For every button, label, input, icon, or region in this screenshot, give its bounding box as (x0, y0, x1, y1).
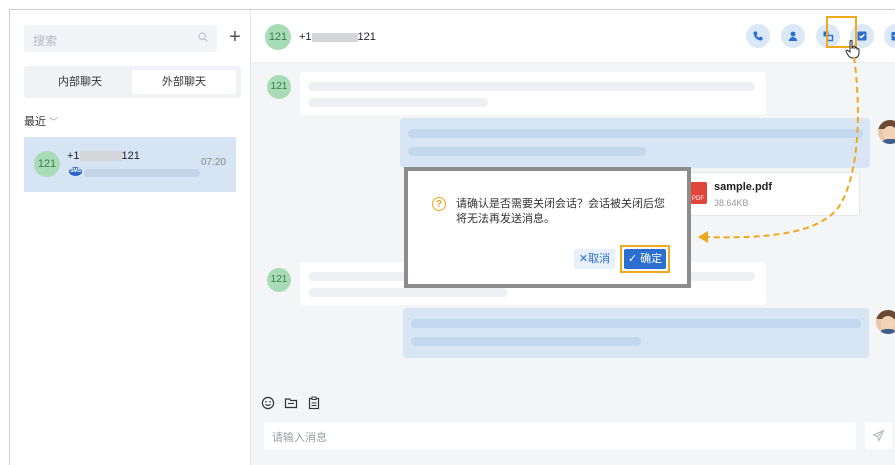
phone-icon (753, 31, 763, 41)
composer: 请输入消息 (251, 376, 895, 465)
text-line (308, 82, 755, 91)
tab-external-chat[interactable]: 外部聊天 (132, 70, 236, 94)
chevron-down-icon: ﹀ (49, 117, 59, 127)
template-icon[interactable] (307, 396, 321, 410)
message-preview (84, 169, 200, 177)
archive-button[interactable] (884, 24, 895, 48)
add-button[interactable]: + (225, 25, 245, 51)
text-line (308, 288, 508, 297)
search-input[interactable]: 搜索 (24, 25, 217, 52)
text-line (411, 319, 861, 328)
cancel-x-icon: ✕ (578, 253, 589, 265)
user-avatar (878, 120, 895, 144)
avatar: 121 (34, 151, 60, 177)
tab-internal-chat[interactable]: 内部聊天 (28, 70, 132, 94)
contact-button[interactable] (781, 24, 805, 48)
message-placeholder: 请输入消息 (272, 432, 327, 444)
chat-tabs: 内部聊天 外部聊天 (24, 66, 241, 98)
send-icon (872, 429, 885, 442)
confirm-label: 确定 (640, 253, 663, 265)
redacted-number (311, 32, 358, 42)
confirm-close-dialog: ? 请确认是否需要关闭会话？会话被关闭后您将无法再发送消息。 ✕取消 ✓ 确定 (408, 171, 687, 284)
redacted-number (79, 151, 122, 162)
contact-number: +1 121 (299, 31, 376, 43)
emoji-icon[interactable] (261, 396, 275, 410)
annotation-arrow (698, 56, 859, 243)
cancel-button[interactable]: ✕取消 (574, 249, 615, 269)
number-prefix: +1 (299, 31, 312, 43)
sender-avatar: 121 (267, 75, 291, 99)
file-icon[interactable] (284, 396, 298, 410)
contact-icon (788, 31, 798, 41)
conversation-time: 07:20 (200, 157, 226, 168)
contact-avatar: 121 (265, 24, 291, 50)
recent-filter[interactable]: 最近 ﹀ (24, 113, 58, 129)
message-input[interactable]: 请输入消息 (264, 422, 856, 449)
sidebar: 搜索 + 内部聊天 外部聊天 最近 ﹀ 121 +1 121 07:20 SMS (10, 10, 251, 465)
search-placeholder: 搜索 (33, 34, 58, 48)
search-icon (198, 32, 208, 42)
sender-avatar: 121 (267, 268, 291, 292)
sms-channel-icon: SMS (69, 167, 82, 176)
send-button[interactable] (865, 422, 892, 449)
text-line (308, 98, 488, 107)
dialog-frame: ? 请确认是否需要关闭会话？会话被关闭后您将无法再发送消息。 ✕取消 ✓ 确定 (404, 167, 691, 288)
check-icon: ✓ (627, 253, 638, 265)
number-suffix: 121 (357, 31, 376, 43)
confirm-button[interactable]: ✓ 确定 (624, 249, 666, 269)
dialog-message: 请确认是否需要关闭会话？会话被关闭后您将无法再发送消息。 (456, 198, 665, 225)
conversation-number: +1 121 (67, 150, 140, 162)
message-bubble (403, 308, 869, 358)
text-line (408, 147, 646, 156)
call-button[interactable] (746, 24, 770, 48)
ok-highlight-box: ✓ 确定 (620, 245, 670, 273)
archive-icon (891, 32, 895, 41)
text-line (411, 337, 641, 346)
recent-label: 最近 (24, 116, 46, 128)
number-suffix: 121 (121, 150, 140, 162)
cancel-label: 取消 (588, 253, 611, 265)
question-icon: ? (432, 197, 446, 211)
number-prefix: +1 (67, 150, 80, 162)
conversation-item[interactable]: 121 +1 121 07:20 SMS (24, 137, 236, 192)
user-avatar (876, 310, 895, 334)
